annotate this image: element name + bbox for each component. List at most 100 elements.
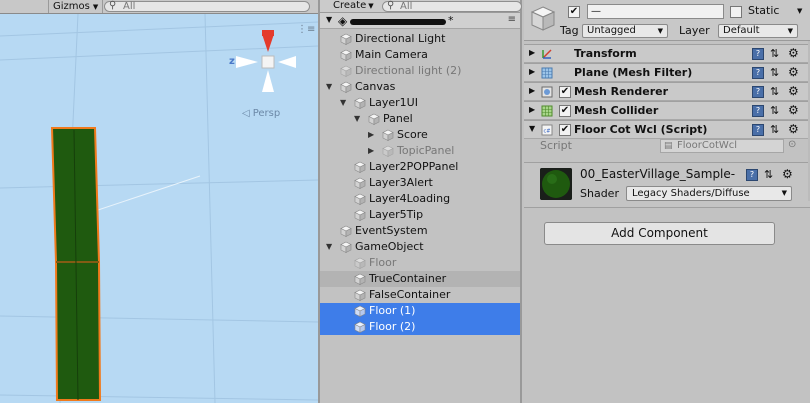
hierarchy-search-input[interactable]: ⚲ All (382, 0, 522, 12)
chevron-down-icon: ▼ (787, 27, 793, 35)
tag-dropdown[interactable]: Untagged ▼ (582, 24, 668, 38)
persp-label[interactable]: ◁ Persp (242, 108, 280, 119)
component-header[interactable]: ▶ ✔ Mesh Collider? ⇅ ⚙ (524, 101, 810, 120)
help-book-icon[interactable]: ? (752, 124, 764, 136)
orientation-gizmo[interactable] (222, 22, 302, 112)
material-name: 00_EasterVillage_Sample- (580, 167, 736, 181)
hierarchy-item[interactable]: ▼ GameObject (320, 239, 520, 255)
fold-closed-icon[interactable]: ▶ (529, 67, 535, 76)
hierarchy-item[interactable]: Directional Light (320, 31, 520, 47)
help-book-icon[interactable]: ? (752, 86, 764, 98)
scene-view[interactable]: Gizmos ▼ ⚲ All z ⋮≡ ◁ Persp (0, 0, 318, 403)
component-enabled-checkbox[interactable]: ✔ (559, 86, 571, 98)
shader-dropdown[interactable]: Legacy Shaders/Diffuse ▼ (626, 186, 792, 201)
help-book-icon[interactable]: ? (752, 67, 764, 79)
script-label: Script (540, 139, 572, 152)
help-book-icon[interactable]: ? (746, 169, 758, 181)
layer-dropdown[interactable]: Default ▼ (718, 24, 798, 38)
component-title: Transform (574, 47, 637, 60)
gear-icon[interactable]: ⚙ (788, 84, 799, 98)
fold-closed-icon[interactable]: ▶ (368, 127, 374, 143)
hierarchy-item[interactable]: TrueContainer (320, 271, 520, 287)
hierarchy-item-label: Layer2POPPanel (369, 160, 459, 173)
fold-open-icon[interactable]: ▼ (340, 95, 346, 111)
hierarchy-item-label: Layer4Loading (369, 192, 451, 205)
component-header[interactable]: ▶ ✔ Mesh Renderer? ⇅ ⚙ (524, 82, 810, 101)
hierarchy-item[interactable]: ▶ TopicPanel (320, 143, 520, 159)
hierarchy-item-label: Floor (369, 256, 397, 269)
add-component-button[interactable]: Add Component (544, 222, 775, 245)
hierarchy-item[interactable]: Floor (1) (320, 303, 520, 319)
help-book-icon[interactable]: ? (752, 105, 764, 117)
scene-search-placeholder: All (123, 1, 136, 12)
preset-icon[interactable]: ⇅ (770, 47, 779, 60)
fold-open-icon[interactable]: ▼ (326, 15, 332, 24)
fold-closed-icon[interactable]: ▶ (529, 86, 535, 95)
fold-closed-icon[interactable]: ▶ (529, 105, 535, 114)
help-book-icon[interactable]: ? (752, 48, 764, 60)
fold-open-icon[interactable]: ▼ (326, 239, 332, 255)
script-reference-field[interactable]: ▤ FloorCotWcl (660, 139, 784, 153)
hierarchy-item[interactable]: Layer4Loading (320, 191, 520, 207)
hierarchy-item[interactable]: ▼ Panel (320, 111, 520, 127)
hierarchy-item[interactable]: ▶ Score (320, 127, 520, 143)
material-preview-sphere[interactable] (540, 168, 572, 200)
preset-icon[interactable]: ⇅ (770, 123, 779, 136)
gear-icon[interactable]: ⚙ (788, 122, 799, 136)
gameobject-cube-icon (368, 113, 380, 125)
fold-open-icon[interactable]: ▼ (354, 111, 360, 127)
inspector-panel: ✔ — Static ▼ Tag Untagged ▼ Layer Default… (524, 0, 810, 403)
component-header[interactable]: ▶ Plane (Mesh Filter)? ⇅ ⚙ (524, 63, 810, 82)
fold-open-icon[interactable]: ▼ (529, 124, 535, 133)
fold-closed-icon[interactable]: ▶ (368, 143, 374, 159)
preset-icon[interactable]: ⇅ (770, 66, 779, 79)
gameobject-cube-icon (340, 81, 352, 93)
preset-icon[interactable]: ⇅ (770, 104, 779, 117)
active-checkbox[interactable]: ✔ (568, 6, 580, 18)
gear-icon[interactable]: ⚙ (788, 65, 799, 79)
gameobject-cube-icon (354, 305, 366, 317)
hierarchy-item[interactable]: FalseContainer (320, 287, 520, 303)
hierarchy-item[interactable]: Directional light (2) (320, 63, 520, 79)
component-header[interactable]: ▶ Transform? ⇅ ⚙ (524, 44, 810, 63)
component-enabled-checkbox[interactable]: ✔ (559, 124, 571, 136)
hierarchy-item[interactable]: ▼ Canvas (320, 79, 520, 95)
preset-icon[interactable]: ⇅ (770, 85, 779, 98)
hierarchy-item[interactable]: Layer3Alert (320, 175, 520, 191)
hierarchy-item[interactable]: Layer2POPPanel (320, 159, 520, 175)
hierarchy-item[interactable]: EventSystem (320, 223, 520, 239)
fold-closed-icon[interactable]: ▶ (529, 48, 535, 57)
create-dropdown[interactable]: Create ▼ (330, 0, 377, 12)
shader-label: Shader (580, 187, 619, 200)
object-picker-icon[interactable]: ⊙ (788, 139, 796, 150)
hierarchy-item[interactable]: Layer5Tip (320, 207, 520, 223)
static-checkbox[interactable] (730, 6, 742, 18)
component-enabled-checkbox[interactable]: ✔ (559, 105, 571, 117)
search-icon: ⚲ (109, 0, 117, 11)
hierarchy-item-label: TopicPanel (397, 144, 455, 157)
fold-open-icon[interactable]: ▼ (326, 79, 332, 95)
gameobject-cube-icon (354, 209, 366, 221)
hierarchy-item-label: Layer3Alert (369, 176, 433, 189)
scene-menu-icon[interactable]: ≡ (508, 14, 516, 25)
hierarchy-item[interactable]: Floor (320, 255, 520, 271)
scene-root-row[interactable]: ▼ ◈ * ≡ (320, 13, 520, 29)
hierarchy-item[interactable]: ▼ Layer1UI (320, 95, 520, 111)
gear-icon[interactable]: ⚙ (788, 46, 799, 60)
hierarchy-item[interactable]: Floor (2) (320, 319, 520, 335)
hierarchy-item-label: Canvas (355, 80, 396, 93)
gear-icon[interactable]: ⚙ (788, 103, 799, 117)
component-header[interactable]: ▼ c# ✔ Floor Cot Wcl (Script)? ⇅ ⚙ (524, 120, 810, 139)
chevron-down-icon[interactable]: ▼ (797, 7, 802, 15)
gear-icon[interactable]: ⚙ (782, 167, 793, 181)
gizmos-dropdown[interactable]: Gizmos ▼ (48, 0, 104, 13)
object-name-field[interactable]: — (587, 4, 724, 19)
preset-icon[interactable]: ⇅ (764, 168, 773, 181)
scene-menu-icon[interactable]: ⋮≡ (297, 24, 315, 35)
scene-search-input[interactable]: ⚲ All (104, 0, 310, 12)
hierarchy-item[interactable]: Main Camera (320, 47, 520, 63)
hierarchy-item-label: EventSystem (355, 224, 428, 237)
gameobject-cube-icon (340, 65, 352, 77)
gameobject-cube-icon (354, 177, 366, 189)
hierarchy-toolbar: Create ▼ ⚲ All (320, 0, 522, 13)
